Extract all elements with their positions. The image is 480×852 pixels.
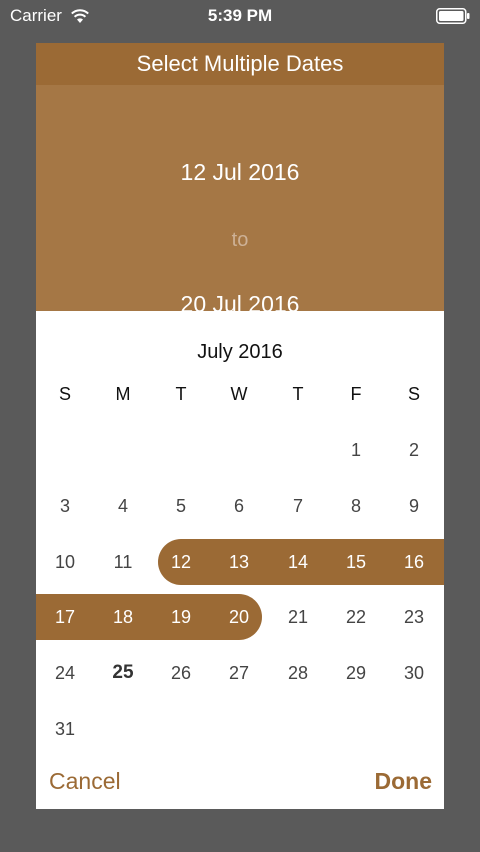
calendar-day[interactable]: 5 bbox=[159, 491, 203, 521]
calendar-day[interactable]: 31 bbox=[43, 714, 87, 744]
date-picker-dialog: Select Multiple Dates 12 Jul 2016 to 20 … bbox=[36, 43, 444, 809]
done-button[interactable]: Done bbox=[375, 768, 433, 795]
calendar-day[interactable]: 19 bbox=[159, 602, 203, 632]
calendar-day[interactable]: 28 bbox=[276, 658, 320, 688]
calendar-day[interactable]: 20 bbox=[217, 602, 261, 632]
calendar-day[interactable]: 11 bbox=[101, 547, 145, 577]
calendar-day[interactable]: 4 bbox=[101, 491, 145, 521]
calendar-day[interactable]: 18 bbox=[101, 602, 145, 632]
calendar-day[interactable]: 9 bbox=[392, 491, 436, 521]
calendar-day[interactable]: 21 bbox=[276, 602, 320, 632]
calendar-day[interactable]: 15 bbox=[334, 547, 378, 577]
weekday-label: T bbox=[292, 384, 304, 404]
calendar-day[interactable]: 22 bbox=[334, 602, 378, 632]
calendar-day[interactable]: 3 bbox=[43, 491, 87, 521]
month-title: July 2016 bbox=[197, 341, 283, 363]
weekday-label: M bbox=[115, 384, 131, 404]
calendar-day[interactable]: 16 bbox=[392, 547, 436, 577]
status-bar: Carrier 5:39 PM bbox=[0, 0, 480, 32]
cancel-button[interactable]: Cancel bbox=[49, 768, 121, 795]
calendar-day[interactable]: 10 bbox=[43, 547, 87, 577]
calendar-day[interactable]: 27 bbox=[217, 658, 261, 688]
calendar-day[interactable]: 17 bbox=[43, 602, 87, 632]
calendar-day[interactable]: 29 bbox=[334, 658, 378, 688]
calendar-day[interactable]: 1 bbox=[334, 435, 378, 465]
weekday-label: S bbox=[58, 384, 71, 404]
battery-icon bbox=[436, 8, 470, 24]
range-separator: to bbox=[231, 229, 249, 251]
calendar-day[interactable]: 26 bbox=[159, 658, 203, 688]
selected-range-panel: 12 Jul 2016 to 20 Jul 2016 bbox=[36, 85, 444, 317]
calendar-day[interactable]: 30 bbox=[392, 658, 436, 688]
calendar-day[interactable]: 24 bbox=[43, 658, 87, 688]
status-time: 5:39 PM bbox=[207, 6, 273, 25]
weekday-label: S bbox=[407, 384, 420, 404]
calendar-day[interactable]: 6 bbox=[217, 491, 261, 521]
calendar-day[interactable]: 2 bbox=[392, 435, 436, 465]
calendar-day[interactable]: 12 bbox=[159, 547, 203, 577]
calendar-day[interactable]: 14 bbox=[276, 547, 320, 577]
dialog-title: Select Multiple Dates bbox=[36, 43, 444, 85]
calendar-day[interactable]: 23 bbox=[392, 602, 436, 632]
calendar-day[interactable]: 13 bbox=[217, 547, 261, 577]
range-start-date: 12 Jul 2016 bbox=[180, 159, 300, 185]
weekday-label: T bbox=[175, 384, 187, 404]
calendar-day[interactable]: 8 bbox=[334, 491, 378, 521]
range-end-date: 20 Jul 2016 bbox=[180, 291, 300, 317]
calendar-day[interactable]: 25 bbox=[101, 658, 145, 688]
weekday-label: W bbox=[230, 384, 248, 404]
calendar-day[interactable]: 7 bbox=[276, 491, 320, 521]
weekday-label: F bbox=[350, 384, 362, 404]
